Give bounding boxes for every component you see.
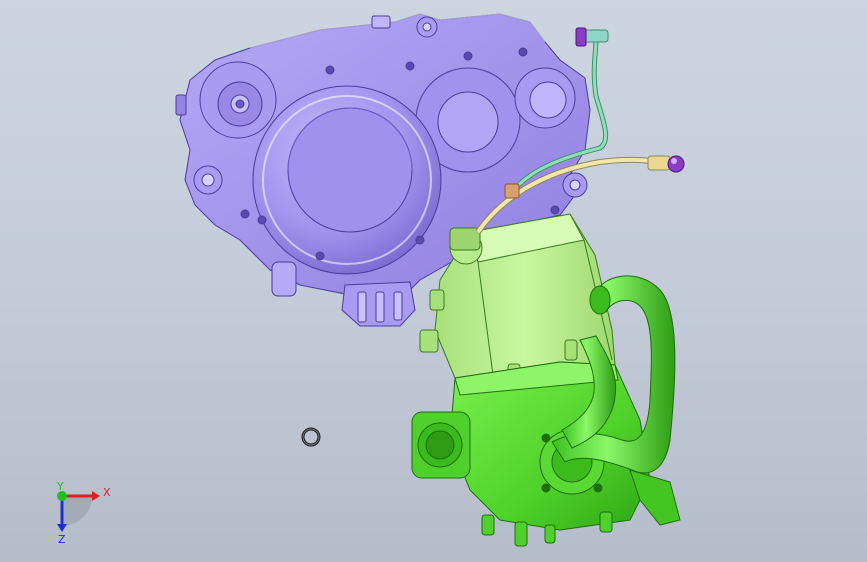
z-axis-label: Z — [58, 533, 66, 546]
graphics-viewport[interactable]: X Y Z — [0, 0, 867, 562]
x-axis-label: X — [103, 486, 111, 499]
axis-triad-icon: X Y Z — [56, 480, 111, 546]
y-axis-label: Y — [56, 480, 64, 493]
